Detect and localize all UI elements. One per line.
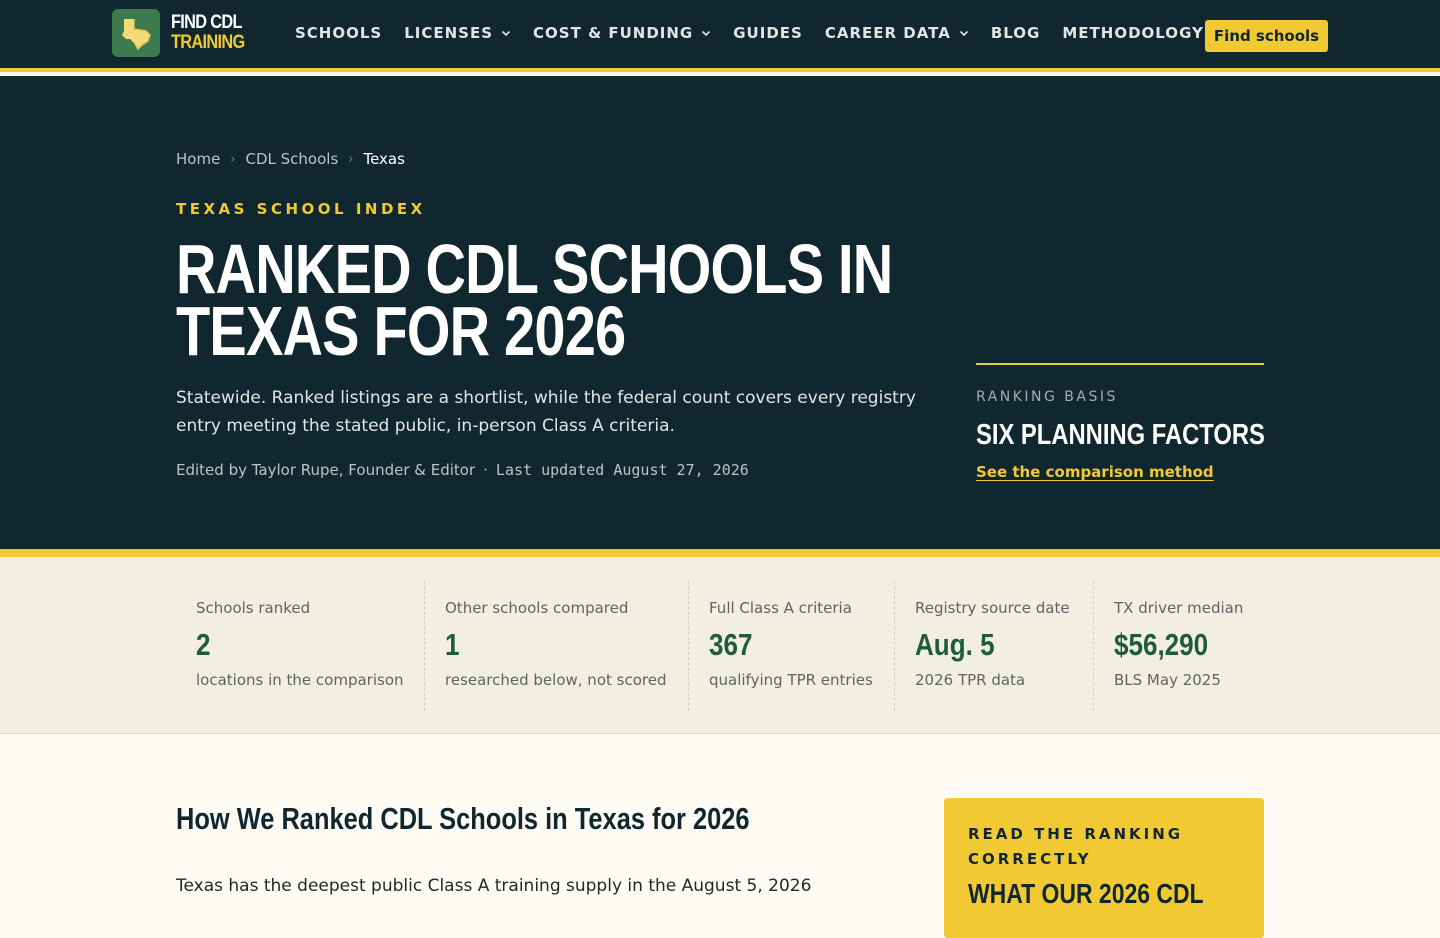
chevron-right-icon: › — [348, 151, 354, 167]
stat-registry-date: Registry source date Aug. 5 2026 TPR dat… — [894, 581, 1093, 711]
stat-label: TX driver median — [1114, 599, 1244, 617]
stat-value: 2 — [196, 627, 211, 662]
stat-value: $56,290 — [1114, 627, 1209, 662]
nav-item-guides[interactable]: GUIDES — [733, 24, 803, 42]
stat-schools-ranked: Schools ranked 2 locations in the compar… — [176, 581, 424, 711]
stat-sub: BLS May 2025 — [1114, 671, 1221, 689]
byline: Edited by Taylor Rupe, Founder & Editor … — [176, 461, 749, 479]
breadcrumb-home[interactable]: Home — [176, 150, 220, 168]
stat-value: 1 — [445, 627, 460, 662]
ranking-callout: READ THE RANKING CORRECTLY WHAT OUR 2026… — [944, 798, 1264, 938]
stat-driver-median: TX driver median $56,290 BLS May 2025 — [1093, 581, 1273, 711]
stat-label: Schools ranked — [196, 599, 311, 617]
stats-strip: Schools ranked 2 locations in the compar… — [0, 557, 1440, 734]
breadcrumb: Home › CDL Schools › Texas — [176, 150, 405, 168]
chevron-right-icon: › — [230, 151, 236, 167]
nav-item-cost-funding[interactable]: COST & FUNDING — [533, 24, 711, 42]
breadcrumb-cdl-schools[interactable]: CDL Schools — [246, 150, 339, 168]
section-title: How We Ranked CDL Schools in Texas for 2… — [176, 801, 750, 836]
section-body-text: Texas has the deepest public Class A tra… — [176, 876, 812, 896]
stat-sub: 2026 TPR data — [915, 671, 1026, 689]
stat-sub: qualifying TPR entries — [709, 671, 873, 689]
stat-value: 367 — [709, 627, 753, 662]
byline-author: Edited by Taylor Rupe, Founder & Editor — [176, 461, 476, 479]
nav-item-blog[interactable]: BLOG — [991, 24, 1041, 42]
stat-label: Registry source date — [915, 599, 1070, 617]
nav-item-label: CAREER DATA — [824, 24, 951, 42]
hero-accent-bar — [0, 549, 1440, 557]
nav-item-label: METHODOLOGY — [1062, 24, 1204, 42]
nav-item-label: COST & FUNDING — [533, 24, 694, 42]
nav-item-schools[interactable]: SCHOOLS — [295, 24, 382, 42]
stat-sub: researched below, not scored — [445, 671, 667, 689]
logo-line1: FIND CDL — [171, 12, 242, 33]
hero-lede: Statewide. Ranked listings are a shortli… — [176, 388, 916, 436]
stat-sub: locations in the comparison — [196, 671, 404, 689]
ranking-basis-label: RANKING BASIS — [976, 389, 1118, 405]
logo[interactable]: FIND CDL TRAINING — [112, 9, 256, 57]
stat-class-a-criteria: Full Class A criteria 367 qualifying TPR… — [688, 581, 894, 711]
nav-item-licenses[interactable]: LICENSES — [404, 24, 511, 42]
nav-item-label: GUIDES — [733, 24, 803, 42]
logo-wordmark: FIND CDL TRAINING — [171, 12, 245, 53]
hero-eyebrow: TEXAS SCHOOL INDEX — [176, 200, 426, 218]
ranking-basis-title: SIX PLANNING FACTORS — [976, 419, 1265, 451]
stat-label: Other schools compared — [445, 599, 629, 617]
stat-label: Full Class A criteria — [709, 599, 852, 617]
byline-separator: · — [483, 461, 488, 479]
stat-value: Aug. 5 — [915, 627, 995, 662]
chevron-down-icon — [501, 30, 511, 37]
nav-item-label: LICENSES — [404, 24, 494, 42]
breadcrumb-current: Texas — [363, 150, 405, 168]
last-updated: Last updated August 27, 2026 — [495, 461, 749, 479]
chevron-down-icon — [702, 30, 711, 37]
texas-map-icon — [112, 9, 160, 57]
logo-line2: TRAINING — [171, 32, 245, 53]
nav-item-label: SCHOOLS — [295, 24, 383, 42]
ranking-basis-panel: RANKING BASIS SIX PLANNING FACTORS See t… — [976, 363, 1265, 481]
page-title: RANKED CDL SCHOOLS IN TEXAS FOR 2026 — [176, 230, 893, 370]
comparison-method-link[interactable]: See the comparison method — [976, 463, 1214, 481]
page-title-line1: RANKED CDL SCHOOLS IN — [176, 230, 893, 308]
find-schools-button[interactable]: Find schools — [1205, 20, 1328, 52]
site-header: FIND CDL TRAINING SCHOOLS LICENSES COST & … — [0, 0, 1440, 72]
nav-item-career-data[interactable]: CAREER DATA — [825, 24, 969, 42]
stat-other-schools: Other schools compared 1 researched belo… — [424, 581, 688, 711]
main-nav: SCHOOLS LICENSES COST & FUNDING GUIDES CAREE… — [295, 24, 1226, 42]
callout-title: WHAT OUR 2026 CDL — [968, 878, 1204, 909]
page-title-line2: TEXAS FOR 2026 — [176, 292, 626, 370]
chevron-down-icon — [959, 30, 968, 37]
nav-item-label: BLOG — [990, 24, 1041, 42]
callout-label: READ THE RANKING CORRECTLY — [968, 825, 1184, 868]
nav-item-methodology[interactable]: METHODOLOGY — [1062, 24, 1204, 42]
